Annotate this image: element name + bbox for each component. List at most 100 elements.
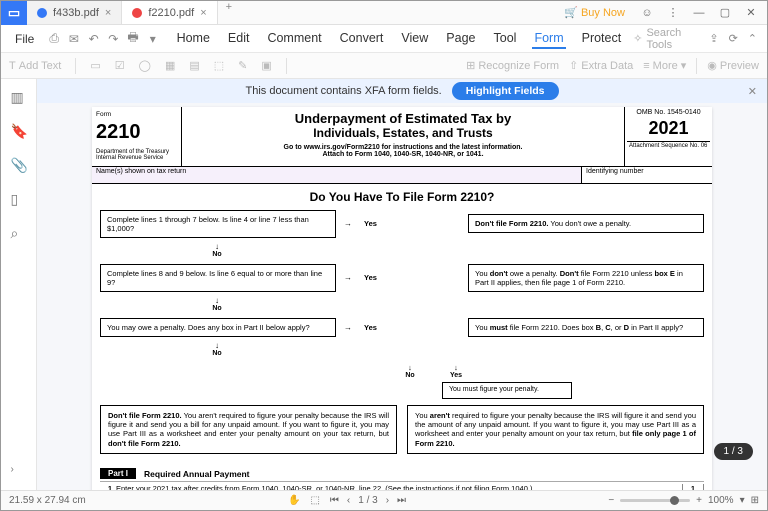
- kebab-icon[interactable]: ⋮: [661, 4, 685, 22]
- form-tool-icon[interactable]: ▦: [165, 59, 175, 72]
- extra-data-button[interactable]: ⇧ Extra Data: [569, 59, 633, 72]
- minimize-button[interactable]: —: [687, 4, 711, 22]
- attachment-icon[interactable]: 📎: [11, 157, 27, 173]
- form-tool-icon[interactable]: ☑: [115, 59, 125, 72]
- close-icon[interactable]: ×: [200, 7, 206, 19]
- zoom-out-button[interactable]: −: [608, 495, 614, 506]
- menu-edit[interactable]: Edit: [226, 29, 252, 49]
- menu-page[interactable]: Page: [444, 29, 477, 49]
- xfa-banner: This document contains XFA form fields. …: [37, 79, 767, 103]
- print-icon[interactable]: 🖶: [125, 29, 141, 49]
- preview-button[interactable]: ◉ Preview: [707, 59, 759, 72]
- app-icon[interactable]: ▭: [1, 1, 27, 25]
- banner-text: This document contains XFA form fields.: [245, 85, 441, 97]
- tabs: f433b.pdf × f2210.pdf × +: [27, 1, 564, 24]
- arrow-right-icon: →: [336, 323, 360, 333]
- tab-f2210[interactable]: f2210.pdf ×: [122, 1, 217, 24]
- form-number: 2210: [96, 121, 177, 143]
- final-left-box: Don't file Form 2210. You aren't require…: [100, 405, 397, 455]
- arrow-down-icon: ↓: [442, 363, 470, 372]
- more-button[interactable]: ≡ More ▾: [643, 59, 686, 72]
- document-area[interactable]: This document contains XFA form fields. …: [37, 79, 767, 490]
- menu-tool[interactable]: Tool: [492, 29, 519, 49]
- arrow-right-icon: →: [336, 273, 360, 283]
- no-label: No: [396, 372, 424, 380]
- page-size: 21.59 x 27.94 cm: [9, 495, 86, 506]
- arrow-down-icon: ↓: [132, 341, 302, 351]
- wand-icon: ✧: [633, 32, 642, 45]
- form-tool-icon[interactable]: ▤: [189, 59, 199, 72]
- menu-protect[interactable]: Protect: [580, 29, 624, 49]
- page-number[interactable]: 1 / 3: [358, 495, 377, 506]
- maximize-button[interactable]: ▢: [713, 4, 737, 22]
- form-title-2: Individuals, Estates, and Trusts: [188, 126, 618, 140]
- form-tool-icon[interactable]: ◯: [139, 59, 151, 72]
- chevron-down-icon[interactable]: ▾: [145, 29, 161, 49]
- yes-label: Yes: [360, 323, 381, 332]
- question-heading: Do You Have To File Form 2210?: [92, 184, 712, 210]
- redo-icon[interactable]: ↷: [105, 29, 121, 49]
- a1-box: Don't file Form 2210. You don't owe a pe…: [468, 214, 704, 233]
- pdf-icon: [132, 8, 142, 18]
- prev-page-button[interactable]: ‹: [347, 495, 350, 506]
- buy-now-link[interactable]: 🛒 Buy Now: [564, 6, 625, 19]
- sidebar: ▥ 🔖 📎 ▯ ⌕ ›: [1, 79, 37, 490]
- q3-box: You may owe a penalty. Does any box in P…: [100, 318, 336, 337]
- menu-convert[interactable]: Convert: [338, 29, 386, 49]
- share-icon[interactable]: ⇪: [709, 32, 718, 45]
- close-button[interactable]: ✕: [739, 4, 763, 22]
- save-icon[interactable]: ⎙: [46, 29, 62, 49]
- zoom-in-button[interactable]: +: [696, 495, 702, 506]
- arrow-down-icon: ↓: [132, 296, 302, 306]
- user-icon[interactable]: ☺: [635, 4, 659, 22]
- form-tool-icon[interactable]: ✎: [238, 59, 247, 72]
- select-tool-icon[interactable]: ⬚: [310, 495, 319, 506]
- undo-icon[interactable]: ↶: [86, 29, 102, 49]
- page-content: Form 2210 Department of the Treasury Int…: [92, 107, 712, 490]
- yes-label: Yes: [442, 372, 470, 380]
- attachment-seq: Attachment Sequence No. 06: [627, 141, 710, 150]
- thumbnails-icon[interactable]: ▥: [11, 89, 27, 105]
- mail-icon[interactable]: ✉: [66, 29, 82, 49]
- highlight-fields-button[interactable]: Highlight Fields: [452, 82, 559, 100]
- arrow-down-icon: ↓: [132, 242, 302, 252]
- bookmark-icon[interactable]: 🔖: [11, 123, 27, 139]
- new-tab-button[interactable]: +: [218, 1, 240, 24]
- id-field[interactable]: Identifying number: [582, 167, 712, 183]
- menu-home[interactable]: Home: [175, 29, 212, 49]
- last-page-button[interactable]: ⏭: [397, 495, 406, 506]
- form-tool-icon[interactable]: ▣: [261, 59, 271, 72]
- menu-view[interactable]: View: [399, 29, 430, 49]
- menu-form[interactable]: Form: [532, 29, 565, 49]
- layers-icon[interactable]: ▯: [11, 191, 27, 207]
- fit-page-icon[interactable]: ⊞: [751, 495, 759, 506]
- yes-label: Yes: [360, 219, 381, 228]
- page-indicator: 1 / 3: [714, 443, 753, 460]
- chevron-down-icon[interactable]: ▾: [740, 495, 745, 506]
- next-page-button[interactable]: ›: [386, 495, 389, 506]
- add-text-button[interactable]: T Add Text: [9, 60, 61, 72]
- hand-tool-icon[interactable]: ✋: [288, 495, 300, 506]
- form-tool-icon[interactable]: ⬚: [214, 59, 224, 72]
- names-field[interactable]: Name(s) shown on tax return: [92, 167, 582, 183]
- main: ▥ 🔖 📎 ▯ ⌕ › This document contains XFA f…: [1, 79, 767, 490]
- a3-box: You must file Form 2210. Does box B, C, …: [468, 318, 704, 337]
- menu-comment[interactable]: Comment: [265, 29, 323, 49]
- collapse-ribbon-icon[interactable]: ⌃: [748, 32, 757, 45]
- search-tools[interactable]: ✧ Search Tools: [627, 27, 699, 51]
- form-tool-icon[interactable]: ▭: [90, 59, 100, 72]
- cloud-icon[interactable]: ⟳: [729, 32, 738, 45]
- tab-f433b[interactable]: f433b.pdf ×: [27, 1, 122, 24]
- close-icon[interactable]: ×: [105, 7, 111, 19]
- menu-file[interactable]: File: [7, 32, 42, 46]
- close-banner-icon[interactable]: ✕: [748, 85, 757, 98]
- search-icon[interactable]: ⌕: [11, 225, 27, 241]
- final-right-box: You aren't required to figure your penal…: [407, 405, 704, 455]
- form-goto: Go to www.irs.gov/Form2210 for instructi…: [188, 144, 618, 151]
- recognize-form-button[interactable]: ⊞ Recognize Form: [466, 59, 559, 72]
- first-page-button[interactable]: ⏮: [330, 495, 339, 506]
- collapse-sidebar-icon[interactable]: ›: [11, 464, 27, 480]
- zoom-slider[interactable]: [620, 499, 690, 502]
- zoom-level[interactable]: 100%: [708, 495, 734, 506]
- ribbon: T Add Text ▭ ☑ ◯ ▦ ▤ ⬚ ✎ ▣ ⊞ Recognize F…: [1, 53, 767, 79]
